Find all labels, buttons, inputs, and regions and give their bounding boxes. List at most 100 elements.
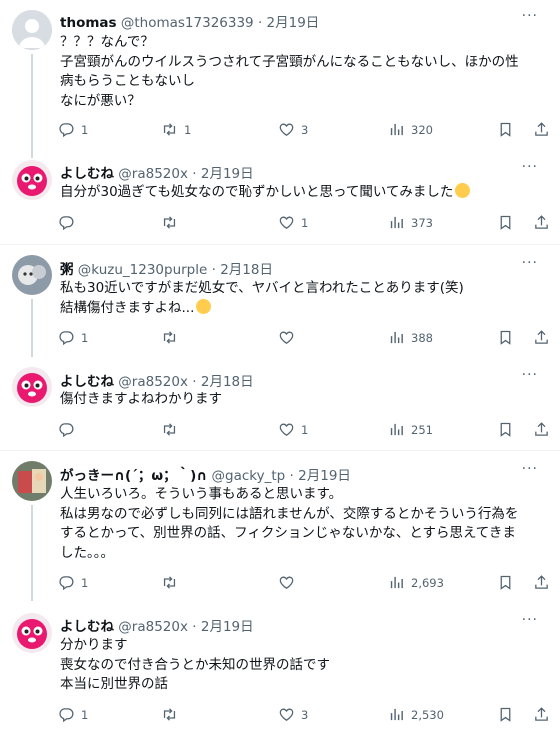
reply-button[interactable]: 1: [58, 329, 88, 346]
handle[interactable]: @ra8520x: [118, 166, 188, 182]
tweet-header: よしむね @ra8520x · 2月19日: [60, 619, 254, 635]
bookmark-button[interactable]: [497, 214, 520, 231]
reply-button[interactable]: [58, 214, 81, 231]
timestamp[interactable]: 2月19日: [201, 619, 254, 635]
bookmark-button[interactable]: [497, 329, 520, 346]
avatar-image: [12, 367, 52, 407]
share-button[interactable]: [533, 214, 556, 231]
bookmark-icon: [497, 121, 514, 138]
avatar[interactable]: [12, 461, 52, 501]
avatar[interactable]: [12, 10, 52, 50]
tweet-text: 自分が30過ぎても処女なので恥ずかしいと思って聞いてみました: [60, 183, 550, 203]
views-button[interactable]: 320: [388, 121, 433, 138]
retweet-button[interactable]: [161, 421, 184, 438]
retweet-icon: [161, 421, 178, 438]
display-name[interactable]: thomas: [60, 15, 117, 31]
avatar-image: [12, 461, 52, 501]
heart-icon: [278, 706, 295, 723]
tweet-actions: 1 388: [58, 329, 548, 349]
avatar[interactable]: [12, 613, 52, 653]
tweet[interactable]: よしむね @ra8520x · 2月19日 ··· 自分が30過ぎても処女なので…: [0, 158, 560, 244]
display-name[interactable]: よしむね: [60, 619, 114, 635]
display-name[interactable]: 粥: [60, 262, 74, 278]
tweet[interactable]: thomas @thomas17326339 · 2月19日 ··· ？？？なん…: [0, 0, 560, 158]
like-button[interactable]: 3: [278, 706, 308, 723]
display-name[interactable]: よしむね: [60, 374, 114, 390]
avatar[interactable]: [12, 367, 52, 407]
retweet-icon: [161, 329, 178, 346]
retweet-button[interactable]: [161, 706, 184, 723]
display-name[interactable]: がっきー∩(´；ω；｀)∩: [60, 468, 207, 484]
retweet-button[interactable]: 1: [161, 121, 191, 138]
more-icon[interactable]: ···: [522, 612, 538, 628]
retweet-button[interactable]: [161, 214, 184, 231]
more-icon[interactable]: ···: [522, 461, 538, 477]
handle[interactable]: @kuzu_1230purple: [78, 262, 208, 278]
reply-button[interactable]: [58, 421, 81, 438]
share-button[interactable]: [533, 574, 556, 591]
views-button[interactable]: 388: [388, 329, 433, 346]
handle[interactable]: @gacky_tp: [212, 468, 286, 484]
like-button[interactable]: 3: [278, 121, 308, 138]
share-icon: [533, 421, 550, 438]
reply-button[interactable]: 1: [58, 706, 88, 723]
tweet[interactable]: がっきー∩(´；ω；｀)∩ @gacky_tp · 2月19日 ··· 人生いろ…: [0, 451, 560, 601]
handle[interactable]: @ra8520x: [118, 374, 188, 390]
views-button[interactable]: 373: [388, 214, 433, 231]
tweet[interactable]: よしむね @ra8520x · 2月19日 ··· 分かります 喪女なので付き合…: [0, 601, 560, 737]
more-icon[interactable]: ···: [522, 8, 538, 24]
tweet-text: 私も30近いですがまだ処女で、ヤバイと言われたことあります(笑) 結構傷付きます…: [60, 280, 464, 316]
share-button[interactable]: [533, 121, 556, 138]
tweet-actions: 1 3 2,530: [58, 706, 548, 726]
share-button[interactable]: [533, 421, 556, 438]
share-button[interactable]: [533, 329, 556, 346]
bookmark-button[interactable]: [497, 706, 520, 723]
like-button[interactable]: 1: [278, 214, 308, 231]
timestamp[interactable]: 2月18日: [220, 262, 273, 278]
more-icon[interactable]: ···: [522, 367, 538, 383]
reply-icon: [58, 329, 75, 346]
default-avatar-icon: [12, 10, 52, 50]
views-icon: [388, 706, 405, 723]
avatar[interactable]: [12, 255, 52, 295]
like-button[interactable]: [278, 329, 301, 346]
heart-icon: [278, 121, 295, 138]
reply-button[interactable]: 1: [58, 574, 88, 591]
avatar-image: [12, 160, 52, 200]
views-button[interactable]: 251: [388, 421, 433, 438]
more-icon[interactable]: ···: [522, 255, 538, 271]
retweet-button[interactable]: [161, 329, 184, 346]
bookmark-button[interactable]: [497, 574, 520, 591]
share-icon: [533, 121, 550, 138]
share-button[interactable]: [533, 706, 556, 723]
tweet-actions: 1 1 3 320: [58, 121, 548, 141]
timestamp[interactable]: 2月19日: [298, 468, 351, 484]
avatar[interactable]: [12, 160, 52, 200]
bookmark-button[interactable]: [497, 121, 520, 138]
bookmark-button[interactable]: [497, 421, 520, 438]
reply-icon: [58, 214, 75, 231]
thread-line: [31, 505, 33, 601]
retweet-icon: [161, 121, 178, 138]
tweet[interactable]: 粥 @kuzu_1230purple · 2月18日 ··· 私も30近いですが…: [0, 245, 560, 357]
reply-button[interactable]: 1: [58, 121, 88, 138]
timestamp[interactable]: 2月19日: [201, 166, 254, 182]
bookmark-icon: [497, 421, 514, 438]
tweet-header: 粥 @kuzu_1230purple · 2月18日: [60, 262, 273, 278]
views-button[interactable]: 2,530: [388, 706, 444, 723]
timestamp[interactable]: 2月18日: [201, 374, 254, 390]
display-name[interactable]: よしむね: [60, 166, 114, 182]
bookmark-icon: [497, 214, 514, 231]
like-button[interactable]: 1: [278, 421, 308, 438]
views-button[interactable]: 2,693: [388, 574, 444, 591]
timestamp[interactable]: 2月19日: [267, 15, 320, 31]
retweet-button[interactable]: [161, 574, 184, 591]
handle[interactable]: @thomas17326339: [121, 15, 254, 31]
handle[interactable]: @ra8520x: [118, 619, 188, 635]
retweet-icon: [161, 706, 178, 723]
thread-line: [31, 54, 33, 158]
reply-icon: [58, 706, 75, 723]
more-icon[interactable]: ···: [522, 159, 538, 175]
like-button[interactable]: [278, 574, 301, 591]
tweet[interactable]: よしむね @ra8520x · 2月18日 ··· 傷付きますよねわかります 1…: [0, 357, 560, 450]
